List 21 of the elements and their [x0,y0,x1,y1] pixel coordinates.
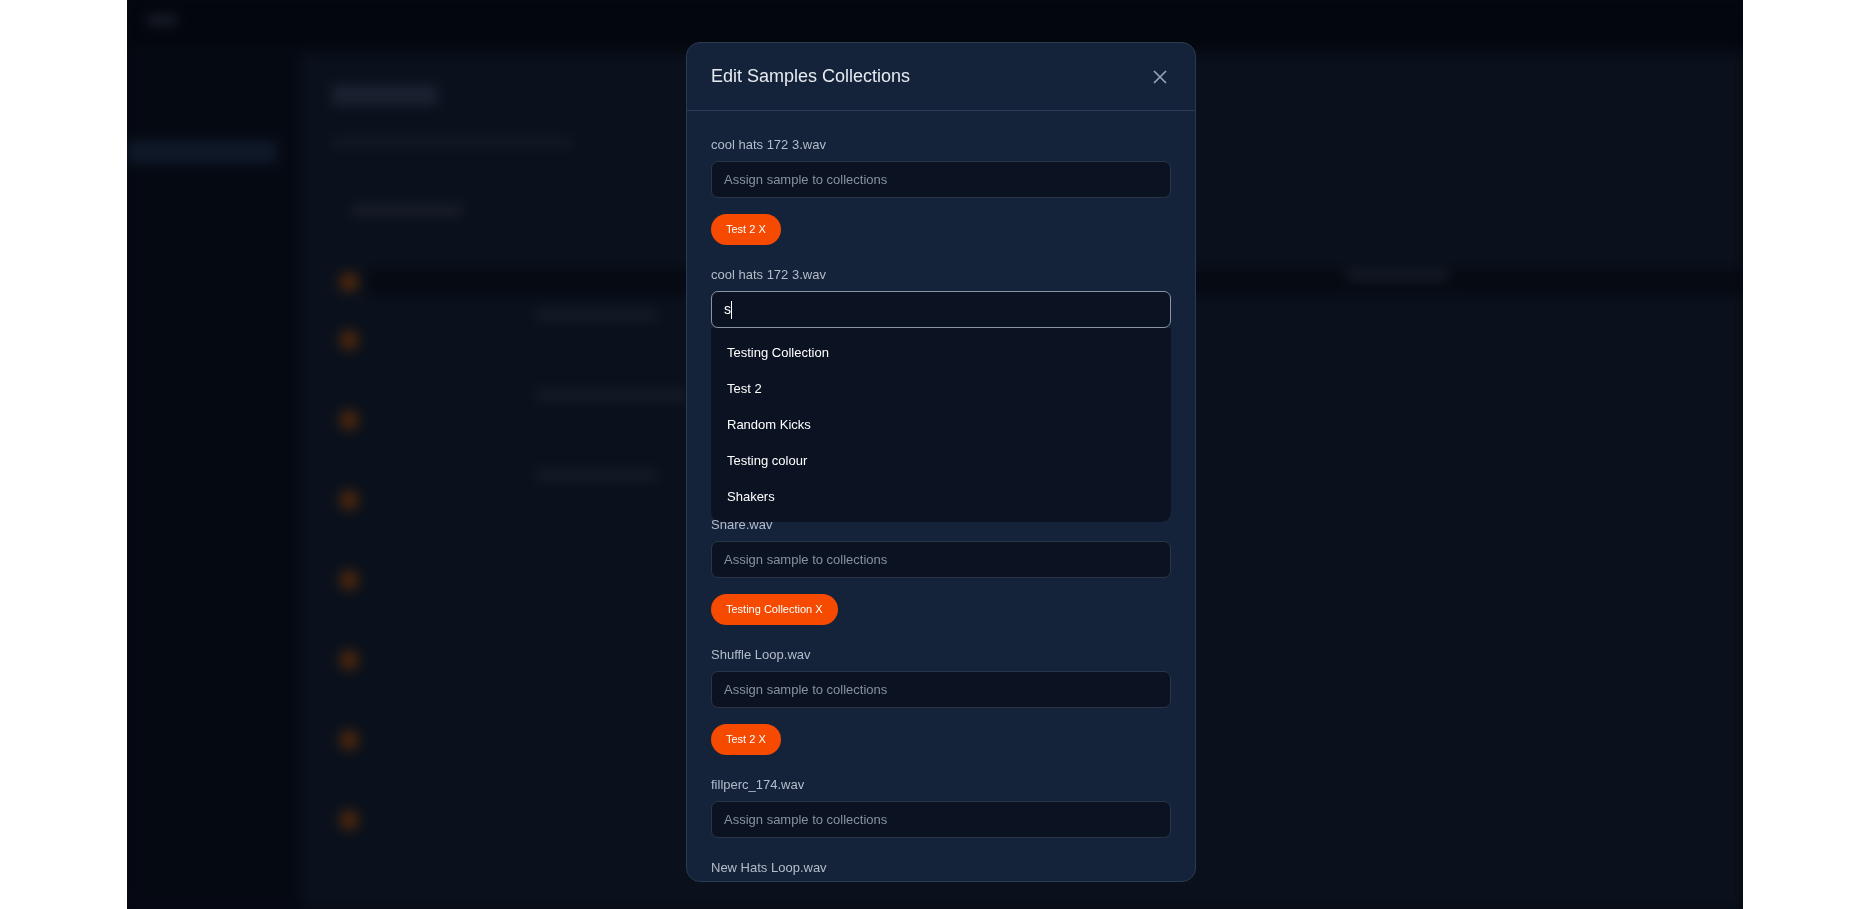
suggestion-item[interactable]: Random Kicks [711,407,1171,443]
dialog-title: Edit Samples Collections [711,65,911,88]
collection-input[interactable]: s [711,291,1171,328]
suggestion-item[interactable]: Test 2 [711,371,1171,407]
close-icon[interactable] [1153,69,1167,84]
sample-filename: New Hats Loop.wav [711,859,828,876]
collection-input[interactable]: Assign sample to collections [711,801,1171,838]
collection-input[interactable]: Assign sample to collections [711,541,1171,578]
sample-filename: cool hats 172 3.wav [711,136,827,153]
suggestion-item[interactable]: Testing colour [711,443,1171,479]
sample-filename: cool hats 172 3.wav [711,266,827,283]
sample-filename: Snare.wav [711,516,774,533]
sample-filename: fillperc_174.wav [711,776,806,793]
collection-input[interactable]: Assign sample to collections [711,161,1171,198]
suggestion-item[interactable]: Shakers [711,479,1171,515]
collection-tag[interactable]: Test 2 X [711,214,781,245]
sample-filename: Shuffle Loop.wav [711,646,812,663]
collection-tag[interactable]: Test 2 X [711,724,781,755]
collection-tag[interactable]: Testing Collection X [711,594,838,625]
suggestion-item[interactable]: Testing Collection [711,335,1171,371]
collection-input[interactable]: Assign sample to collections [711,671,1171,708]
